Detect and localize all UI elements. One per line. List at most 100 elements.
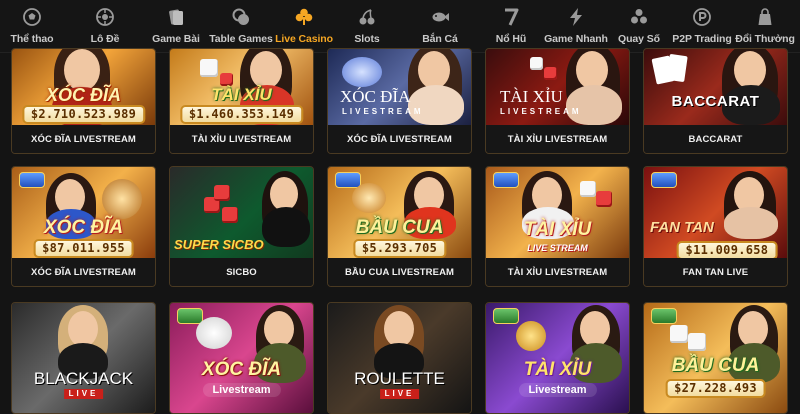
game-title: SICBO	[170, 258, 313, 286]
game-thumbnail: TÀI XỈU LIVE STREAM	[486, 167, 629, 258]
nav-label: Đổi Thưởng	[735, 33, 795, 45]
nav-item-p2p-trading[interactable]: P2P Trading	[670, 0, 734, 52]
brand-badge	[493, 172, 519, 188]
bowl-graphic	[352, 183, 386, 213]
game-art-text: TÀI XỈU	[523, 219, 592, 240]
jackpot-counter: $5.293.705	[352, 239, 447, 258]
nav-item-doi-thuong[interactable]: Đổi Thưởng	[734, 0, 796, 52]
dealer-face	[384, 311, 414, 347]
nav-label: Bắn Cá	[422, 33, 458, 45]
game-thumbnail: BẦU CUA $27.228.493	[644, 303, 787, 413]
seven-icon	[501, 7, 521, 27]
game-thumbnail: BẦU CUA $5.293.705	[328, 167, 471, 258]
game-card-xoc-dia-1[interactable]: XÓC ĐĨA $2.710.523.989 XÓC ĐĨA LIVESTREA…	[11, 48, 156, 154]
game-card-tai-xiu-1[interactable]: TÀI XỈU $1.460.353.149 TÀI XỈU LIVESTREA…	[169, 48, 314, 154]
game-title: XÓC ĐĨA LIVESTREAM	[12, 125, 155, 153]
nav-label: Slots	[354, 33, 380, 45]
chips-icon	[231, 7, 251, 27]
nav-label: Nổ Hũ	[495, 33, 527, 45]
dice-graphic	[580, 181, 596, 197]
dealer-face	[250, 51, 282, 89]
jackpot-counter: $2.710.523.989	[21, 105, 146, 124]
game-art-text: BACCARAT	[671, 93, 760, 110]
game-thumbnail: BLACKJACK LIVE	[12, 303, 155, 413]
lightning-icon	[566, 7, 586, 27]
dice-graphic	[544, 67, 557, 80]
nav-item-slots[interactable]: Slots	[332, 0, 402, 52]
dealer-face	[580, 311, 610, 347]
game-art-subtext: LIVESTREAM	[500, 107, 582, 116]
nav-item-live-casino[interactable]: Live Casino	[275, 0, 333, 52]
nav-item-no-hu[interactable]: Nổ Hũ	[478, 0, 544, 52]
game-card-fan-tan[interactable]: FAN TAN $11.009.658 FAN TAN LIVE	[643, 166, 788, 287]
livestream-tag: Livestream	[518, 383, 597, 397]
game-title: TÀI XỈU LIVESTREAM	[170, 125, 313, 153]
livestream-tag: Livestream	[202, 383, 281, 397]
game-card-bau-cua[interactable]: BẦU CUA $5.293.705 BẦU CUA LIVESTREAM	[327, 166, 472, 287]
game-title: BACCARAT	[644, 125, 787, 153]
nav-item-the-thao[interactable]: Thể thao	[0, 0, 64, 52]
game-card-tai-xiu-3[interactable]: TÀI XỈU LIVE STREAM TÀI XỈU LIVESTREAM	[485, 166, 630, 287]
nav-item-game-nhanh[interactable]: Game Nhanh	[544, 0, 608, 52]
game-title: XÓC ĐĨA LIVESTREAM	[328, 125, 471, 153]
bowl-graphic	[196, 317, 232, 349]
dice-cup-graphic	[516, 321, 546, 351]
game-art-text: BẦU CUA	[671, 355, 760, 376]
dice-graphic	[222, 207, 238, 223]
top-nav: Thể thao Lô Đề Game Bài Table Games Live…	[0, 0, 800, 53]
game-card-baccarat[interactable]: BACCARAT BACCARAT	[643, 48, 788, 154]
game-card-xoc-dia-3[interactable]: XÓC ĐĨA $87.011.955 XÓC ĐĨA LIVESTREAM	[11, 166, 156, 287]
dealer-face	[738, 311, 768, 347]
game-card-tai-xiu-2[interactable]: TÀI XỈU LIVESTREAM TÀI XỈU LIVESTREAM	[485, 48, 630, 154]
game-card-tai-xiu-4[interactable]: TÀI XỈU Livestream	[485, 302, 630, 414]
nav-label: Lô Đề	[90, 33, 120, 45]
live-tag: LIVE	[63, 389, 104, 399]
game-art-subtext: LIVE STREAM	[527, 243, 588, 253]
dealer-face	[68, 311, 98, 347]
game-title: TÀI XỈU LIVESTREAM	[486, 125, 629, 153]
brand-badge	[493, 308, 519, 324]
game-thumbnail: TÀI XỈU Livestream	[486, 303, 629, 413]
game-thumbnail: XÓC ĐĨA Livestream	[170, 303, 313, 413]
game-art-text: XÓC ĐĨA	[45, 85, 121, 105]
nav-item-quay-so[interactable]: Quay Số	[608, 0, 670, 52]
dice-graphic	[214, 185, 230, 201]
game-card-sicbo[interactable]: SUPER SICBO SICBO	[169, 166, 314, 287]
game-card-xoc-dia-4[interactable]: XÓC ĐĨA Livestream	[169, 302, 314, 414]
game-thumbnail: ROULETTE LIVE	[328, 303, 471, 413]
nav-item-table-games[interactable]: Table Games	[206, 0, 276, 52]
nav-label: Game Bài	[152, 33, 200, 45]
game-thumbnail: XÓC ĐĨA $2.710.523.989	[12, 49, 155, 125]
nav-label: Live Casino	[275, 33, 333, 45]
nav-item-game-bai[interactable]: Game Bài	[146, 0, 206, 52]
nav-label: Thể thao	[10, 33, 54, 45]
bowl-graphic	[102, 179, 142, 219]
dealer-face	[264, 311, 294, 347]
game-art-text: TÀI XỈU	[211, 85, 272, 104]
game-card-roulette[interactable]: ROULETTE LIVE	[327, 302, 472, 414]
balls-icon	[629, 7, 649, 27]
brand-badge	[651, 308, 677, 324]
game-art-subtext: LIVESTREAM	[342, 107, 424, 116]
dealer-face	[418, 51, 450, 89]
game-card-blackjack[interactable]: BLACKJACK LIVE	[11, 302, 156, 414]
game-title: XÓC ĐĨA LIVESTREAM	[12, 258, 155, 286]
nav-item-ban-ca[interactable]: Bắn Cá	[402, 0, 478, 52]
dealer-face	[734, 51, 766, 89]
game-thumbnail: TÀI XỈU $1.460.353.149	[170, 49, 313, 125]
nav-item-lo-de[interactable]: Lô Đề	[64, 0, 146, 52]
jackpot-counter: $1.460.353.149	[179, 105, 304, 124]
dice-graphic	[596, 191, 612, 207]
brand-badge	[651, 172, 677, 188]
jackpot-counter: $87.011.955	[33, 239, 134, 258]
game-art-text: BẦU CUA	[355, 217, 444, 238]
game-thumbnail: TÀI XỈU LIVESTREAM	[486, 49, 629, 125]
game-card-xoc-dia-2[interactable]: XÓC ĐĨA LIVESTREAM XÓC ĐĨA LIVESTREAM	[327, 48, 472, 154]
jackpot-counter: $27.228.493	[665, 379, 766, 398]
game-thumbnail: XÓC ĐĨA $87.011.955	[12, 167, 155, 258]
jackpot-counter: $11.009.658	[676, 241, 778, 258]
game-card-bau-cua-2[interactable]: BẦU CUA $27.228.493	[643, 302, 788, 414]
cherry-icon	[357, 7, 377, 27]
nav-label: Quay Số	[618, 33, 660, 45]
brand-badge	[177, 308, 203, 324]
